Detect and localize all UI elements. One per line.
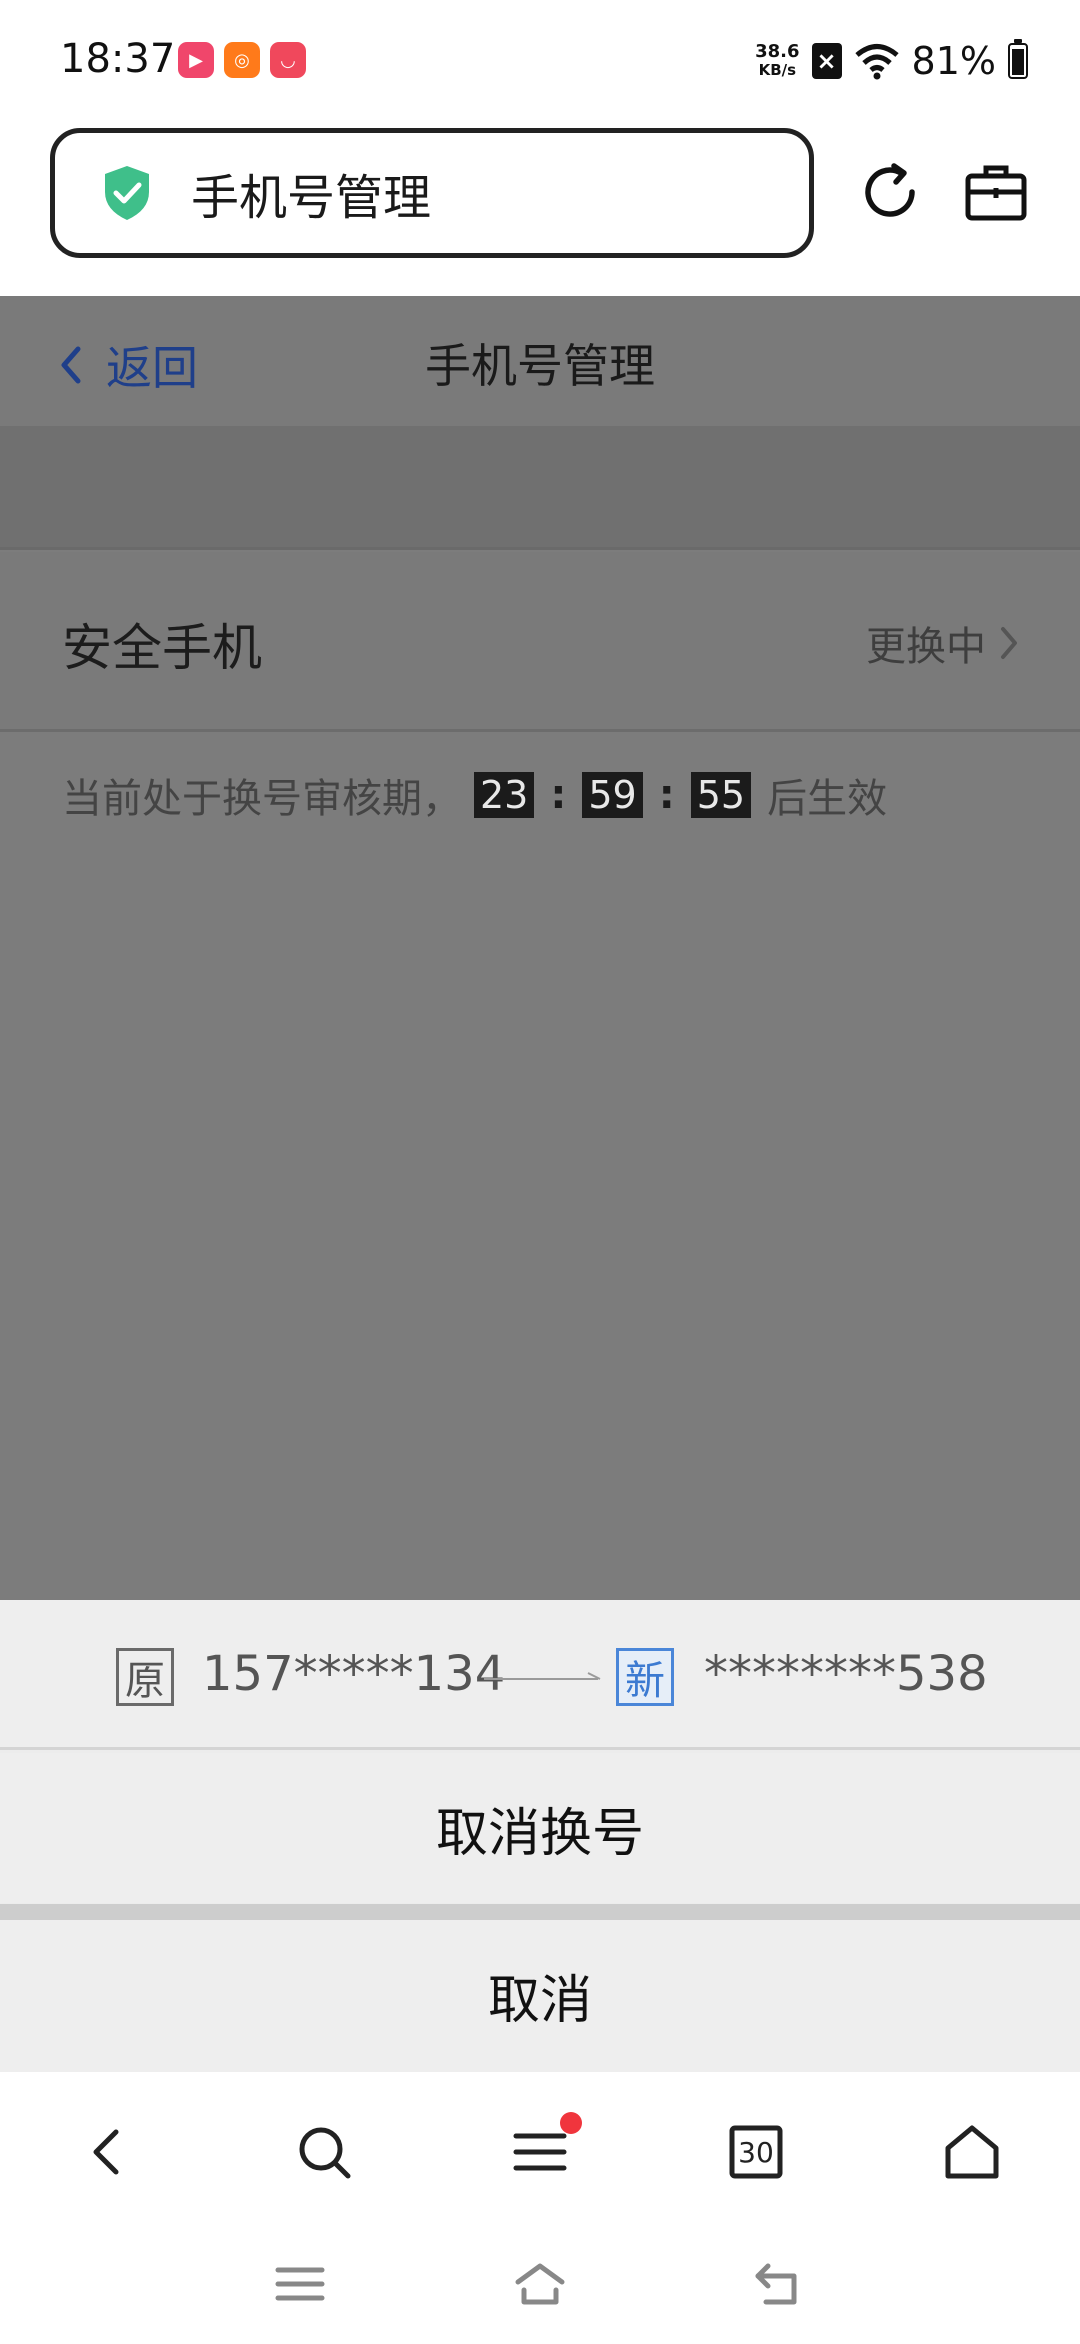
notice-suffix: 后生效 [767,776,888,822]
security-shield-icon [105,166,149,220]
battery-icon [1008,39,1028,79]
kuaishou-icon: ◎ [224,42,260,78]
review-notice: 当前处于换号审核期， 23 : 59 : 55 后生效 [62,766,887,824]
page-content: 返回 手机号管理 安全手机 更换中 当前处于换号审核期， 23 : 59 : 5… [0,296,1080,1600]
page-title: 手机号管理 [425,339,655,393]
video-app-icon: ▶ [178,42,214,78]
section-spacer [0,426,1080,550]
action-sheet: 原 157*****134 新 ********538 取消换号 取消 [0,1600,1080,2070]
cancel-button[interactable]: 取消 [0,1920,1080,2070]
page-nav-bar: 返回 手机号管理 [0,296,1080,426]
old-number: 157*****134 [202,1646,506,1702]
network-speed: 38.6 KB/s [755,41,800,79]
new-number: ********538 [704,1646,988,1702]
countdown-colon: : [550,772,567,818]
browser-toolbar: 30 [0,2070,1080,2220]
huawei-store-icon: ◡ [270,42,306,78]
menu-button[interactable] [508,2112,582,2184]
security-phone-label: 安全手机 [62,619,262,677]
number-change-summary: 原 157*****134 新 ********538 [0,1600,1080,1750]
address-bar[interactable]: 手机号管理 [50,128,814,258]
countdown-colon: : [658,772,675,818]
countdown-seconds: 55 [690,772,752,818]
tab-count: 30 [738,2135,774,2169]
arrow-right-icon [484,1672,601,1680]
status-bar: 18:37 ▶ ◎ ◡ 38.6 KB/s × 81% [0,0,1080,120]
security-phone-row[interactable]: 安全手机 更换中 [0,552,1080,732]
refresh-icon[interactable] [856,158,924,226]
new-number-tag: 新 [616,1648,674,1706]
notification-dot [560,2112,582,2134]
wifi-icon [854,44,899,80]
back-icon[interactable] [76,2120,140,2184]
toolbox-icon[interactable] [962,158,1030,226]
recent-apps-icon[interactable] [274,2260,326,2308]
cancel-change-button[interactable]: 取消换号 [0,1753,1080,1903]
browser-header: 手机号管理 [0,120,1080,296]
system-home-icon[interactable] [514,2260,566,2308]
tabs-button[interactable]: 30 [724,2120,788,2184]
status-time: 18:37 [60,36,176,82]
battery-percent: 81% [911,39,996,83]
no-sim-icon: × [811,43,842,79]
search-icon[interactable] [292,2120,356,2184]
home-icon[interactable] [940,2120,1004,2184]
sheet-divider [0,1904,1080,1920]
countdown-hours: 23 [474,772,535,818]
chevron-right-icon [1001,627,1017,659]
address-title: 手机号管理 [191,170,432,226]
notice-prefix: 当前处于换号审核期， [62,776,462,822]
old-number-tag: 原 [116,1648,174,1706]
system-nav-bar [0,2220,1080,2344]
system-back-icon[interactable] [754,2260,806,2308]
countdown-minutes: 59 [582,772,643,818]
security-phone-status: 更换中 [866,614,1020,672]
